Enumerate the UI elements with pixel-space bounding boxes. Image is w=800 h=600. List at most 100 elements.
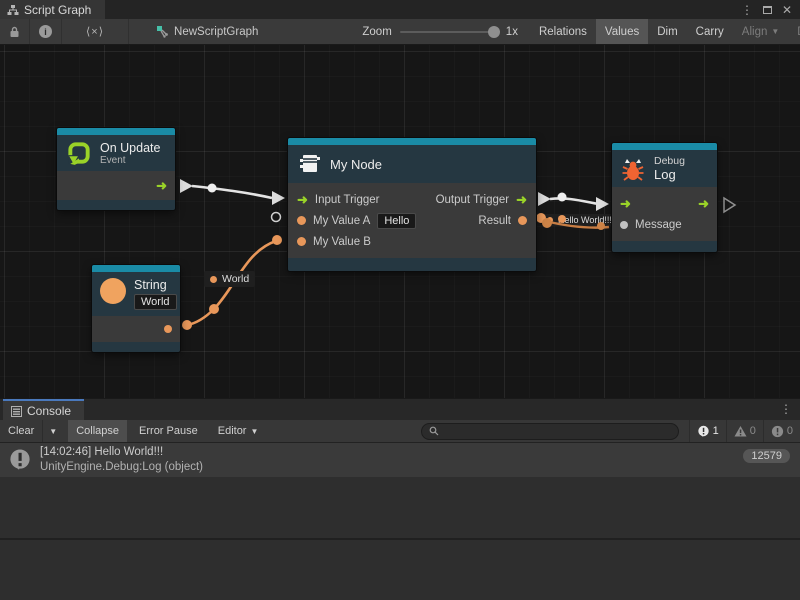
port-label: Result	[478, 215, 511, 227]
close-icon[interactable]: ✕	[782, 3, 792, 17]
node-footer	[57, 200, 175, 210]
node-accent-strip	[92, 265, 180, 272]
console-tab-title: Console	[27, 404, 71, 418]
clear-button[interactable]: Clear	[0, 420, 42, 442]
inspect-button[interactable]: i	[30, 19, 62, 44]
dim-toggle[interactable]: Dim	[648, 19, 686, 44]
console-detail-pane	[0, 540, 800, 600]
port-label: My Value B	[313, 236, 371, 248]
zoom-slider[interactable]	[400, 31, 498, 33]
port-label: My Value A	[313, 215, 370, 227]
console-toolbar: Clear ▼ Collapse Error Pause Editor▼ 1	[0, 420, 800, 443]
node-accent-strip	[57, 128, 175, 135]
node-accent-strip	[612, 143, 717, 150]
my-value-a-port[interactable]	[297, 216, 306, 225]
node-footer	[92, 342, 180, 352]
align-dropdown[interactable]: Align▼	[733, 19, 789, 44]
warning-count-toggle[interactable]: 0	[726, 420, 763, 442]
debug-output-trigger-port[interactable]: ➜	[698, 197, 709, 210]
node-subtitle: Event	[100, 155, 160, 166]
collapse-toggle[interactable]: Collapse	[68, 420, 127, 442]
node-on-update[interactable]: On Update Event ➜	[57, 128, 175, 210]
port-label: Output Trigger	[436, 194, 510, 206]
graph-reference[interactable]: NewScriptGraph	[157, 26, 258, 38]
unity-script-graph-window: Script Graph ⋮ ✕ i ⟨×⟩ N	[0, 0, 800, 600]
info-bubble-icon	[697, 425, 710, 438]
editor-dropdown[interactable]: Editor▼	[210, 420, 267, 442]
chevron-down-icon: ▼	[771, 27, 779, 36]
zoom-value: 1x	[506, 26, 518, 38]
chevron-down-icon: ▼	[250, 427, 258, 436]
tab-script-graph[interactable]: Script Graph	[0, 0, 105, 19]
values-toggle[interactable]: Values	[596, 19, 648, 44]
unit-box-icon	[298, 152, 322, 176]
my-value-a-field[interactable]: Hello	[377, 213, 416, 229]
unconnected-output-arrow	[724, 198, 735, 212]
node-title: Log	[654, 167, 685, 182]
log-info-bubble-icon	[8, 448, 32, 472]
node-title: String	[134, 278, 177, 292]
unconnected-port-ring	[272, 213, 281, 222]
error-count-toggle[interactable]: 0	[763, 420, 800, 442]
node-debug-log[interactable]: Debug Log ➜ ➜ Message	[612, 143, 717, 252]
script-graph-asset-icon	[157, 26, 169, 38]
node-footer	[612, 241, 717, 252]
console-search[interactable]	[421, 423, 678, 440]
chevron-down-icon: ▼	[49, 427, 57, 436]
log-entry[interactable]: [14:02:46] Hello World!!! UnityEngine.De…	[0, 443, 800, 477]
lock-button[interactable]	[0, 19, 30, 44]
wire-mynode-to-debuglog[interactable]	[538, 192, 609, 211]
string-literal-icon	[100, 278, 126, 304]
code-icon: ⟨×⟩	[86, 25, 104, 38]
clear-dropdown[interactable]: ▼	[42, 420, 63, 442]
zoom-slider-handle[interactable]	[488, 26, 500, 38]
my-value-b-port[interactable]	[297, 237, 306, 246]
window-menu-icon[interactable]: ⋮	[741, 3, 753, 17]
console-list-icon	[11, 406, 22, 417]
console-menu-icon[interactable]: ⋮	[780, 402, 792, 416]
trigger-output-port[interactable]: ➜	[156, 179, 167, 192]
wire-onupdate-to-mynode[interactable]	[180, 179, 285, 205]
debug-input-trigger-port[interactable]: ➜	[620, 197, 631, 210]
node-accent-strip	[288, 138, 536, 145]
search-input[interactable]	[443, 425, 670, 437]
wire-value-label-helloworld: Hello World!!!	[543, 214, 616, 226]
message-port[interactable]	[620, 221, 628, 229]
on-update-loop-icon	[66, 140, 92, 166]
graph-canvas[interactable]: Hello World!!!	[0, 45, 800, 398]
error-circle-icon	[771, 425, 784, 438]
zoom-control: Zoom 1x	[362, 26, 518, 38]
output-trigger-port[interactable]: ➜	[516, 193, 527, 206]
port-label: Input Trigger	[315, 194, 380, 206]
node-string[interactable]: String World	[92, 265, 180, 352]
search-icon	[429, 426, 439, 436]
distribute-dropdown[interactable]: Distribute▼	[788, 19, 800, 44]
value-dot-icon	[547, 217, 553, 223]
zoom-label: Zoom	[362, 26, 391, 38]
console-tab-bar: Console ⋮	[0, 398, 800, 420]
window-tab-bar: Script Graph ⋮ ✕	[0, 0, 800, 19]
info-icon: i	[39, 25, 52, 38]
lock-icon	[9, 26, 20, 38]
string-value-field[interactable]: World	[134, 294, 177, 310]
string-output-port[interactable]	[164, 325, 172, 333]
log-message: [14:02:46] Hello World!!!	[40, 445, 203, 460]
tab-console[interactable]: Console	[3, 401, 84, 421]
wire-value-label-world: World	[204, 271, 255, 287]
node-title: On Update	[100, 141, 160, 155]
input-trigger-port[interactable]: ➜	[297, 193, 308, 206]
port-label: Message	[635, 219, 682, 231]
maximize-icon[interactable]	[763, 6, 772, 14]
graph-hierarchy-icon	[7, 4, 19, 16]
node-my-node[interactable]: My Node ➜ Input Trigger Output Trigger ➜	[288, 138, 536, 271]
value-dot-icon	[210, 276, 217, 283]
node-title: My Node	[330, 157, 382, 172]
carry-toggle[interactable]: Carry	[687, 19, 733, 44]
error-pause-toggle[interactable]: Error Pause	[131, 420, 206, 442]
relations-toggle[interactable]: Relations	[530, 19, 596, 44]
log-collapse-count-badge: 12579	[743, 449, 790, 463]
node-group-label: Debug	[654, 155, 685, 167]
info-count-toggle[interactable]: 1	[689, 420, 726, 442]
result-port[interactable]	[518, 216, 527, 225]
edit-source-button[interactable]: ⟨×⟩	[62, 19, 129, 44]
